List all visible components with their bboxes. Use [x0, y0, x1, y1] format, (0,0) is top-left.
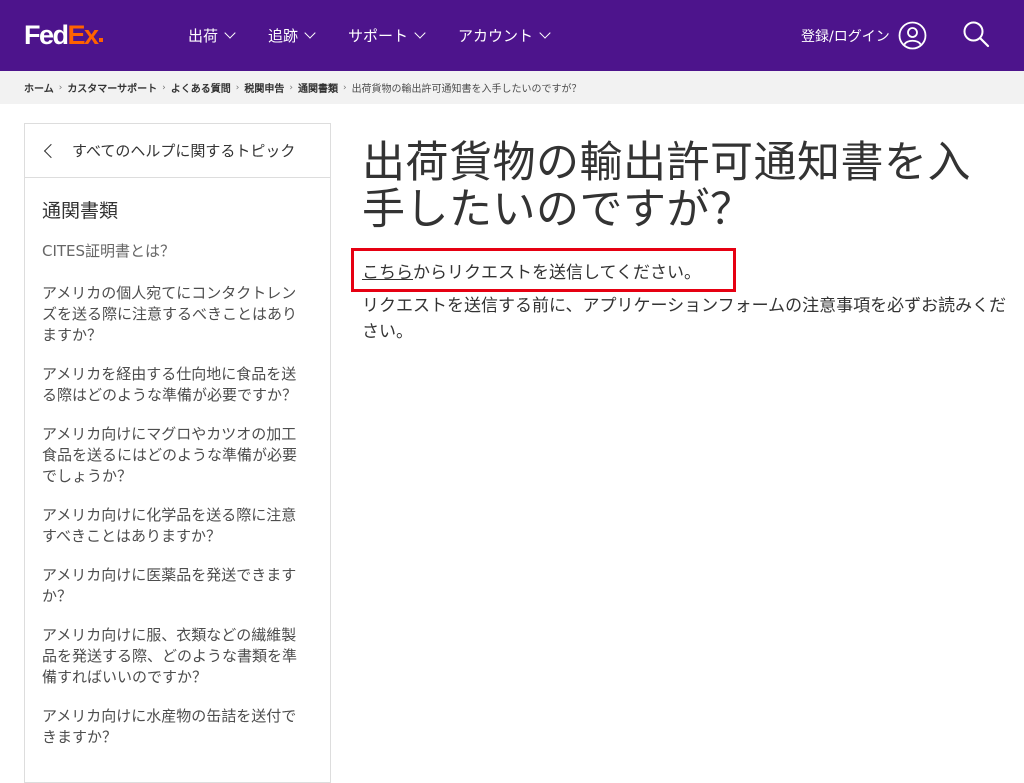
- breadcrumb-customs-documents[interactable]: 通関書類: [298, 80, 338, 95]
- breadcrumb-faq[interactable]: よくある質問: [171, 80, 231, 95]
- chevron-left-icon: [43, 143, 59, 158]
- breadcrumb-customer-support[interactable]: カスタマーサポート: [67, 80, 157, 95]
- chevron-down-icon: [304, 27, 316, 39]
- chevron-down-icon: [414, 27, 426, 39]
- sidebar-topic-item[interactable]: アメリカを経由する仕向地に食品を送る際はどのような準備が必要ですか？: [42, 364, 310, 406]
- nav-item-account[interactable]: アカウント: [458, 25, 551, 46]
- back-to-all-topics-link[interactable]: すべてのヘルプに関するトピック: [25, 124, 330, 178]
- request-instruction-text: からリクエストを送信してください。: [413, 263, 701, 283]
- user-circle-icon[interactable]: [898, 21, 927, 50]
- breadcrumb-separator-icon: ›: [58, 82, 63, 93]
- breadcrumb-home[interactable]: ホーム: [24, 80, 54, 95]
- request-note: リクエストを送信する前に、アプリケーションフォームの注意事項を必ずお読みください…: [362, 296, 1007, 342]
- sidebar-topic-item[interactable]: アメリカ向けにマグロやカツオの加工食品を送るにはどのような準備が必要でしょうか？: [42, 424, 310, 487]
- sidebar-topic-item[interactable]: CITES証明書とは？: [42, 241, 310, 262]
- nav-item-label: 出荷: [188, 27, 219, 45]
- request-form-link[interactable]: こちら: [362, 263, 413, 283]
- top-navigation-bar: FedEx 出荷 追跡 サポート アカウント 登録/ログイン: [0, 0, 1024, 71]
- nav-item-label: 追跡: [268, 27, 299, 45]
- nav-item-support[interactable]: サポート: [348, 25, 426, 46]
- nav-item-label: アカウント: [458, 27, 534, 45]
- breadcrumb-current-page: 出荷貨物の輸出許可通知書を入手したいのですが？: [351, 84, 582, 95]
- nav-item-label: サポート: [348, 27, 409, 45]
- logo-fed-text: Fed: [24, 20, 69, 50]
- breadcrumb-separator-icon: ›: [235, 82, 240, 93]
- breadcrumb: ホーム › カスタマーサポート › よくある質問 › 税関申告 › 通関書類 ›…: [0, 71, 1024, 104]
- sidebar-topic-item[interactable]: アメリカ向けに服、衣類などの繊維製品を発送する際、どのような書類を準備すればいい…: [42, 625, 310, 688]
- page-title: 出荷貨物の輸出許可通知書を入手したいのですが？: [362, 138, 971, 235]
- sidebar-topic-item[interactable]: アメリカの個人宛てにコンタクトレンズを送る際に注意するべきことはありますか？: [42, 283, 310, 346]
- search-icon[interactable]: [962, 20, 990, 48]
- fedex-logo[interactable]: FedEx: [24, 18, 103, 52]
- request-instruction: こちらからリクエストを送信してください。: [362, 258, 701, 283]
- chevron-down-icon: [539, 27, 551, 39]
- nav-item-tracking[interactable]: 追跡: [268, 25, 316, 46]
- breadcrumb-separator-icon: ›: [162, 82, 166, 93]
- chevron-down-icon: [224, 27, 236, 39]
- sidebar-topic-item[interactable]: アメリカ向けに医薬品を発送できますか？: [42, 565, 310, 607]
- sidebar-topic-list: CITES証明書とは？ アメリカの個人宛てにコンタクトレンズを送る際に注意するべ…: [42, 241, 310, 766]
- back-to-all-topics-label: すべてのヘルプに関するトピック: [72, 142, 296, 160]
- nav-item-shipping[interactable]: 出荷: [188, 25, 236, 46]
- logo-ex-text: Ex: [67, 20, 100, 50]
- sidebar-topic-item[interactable]: アメリカ向けに水産物の缶詰を送付できますか？: [42, 706, 310, 748]
- sidebar-section-title: 通関書類: [42, 200, 119, 222]
- sidebar-topic-item[interactable]: アメリカ向けに化学品を送る際に注意すべきことはありますか？: [42, 505, 310, 547]
- breadcrumb-separator-icon: ›: [289, 82, 293, 93]
- logo-dot: [98, 38, 103, 42]
- breadcrumb-customs-declaration[interactable]: 税関申告: [244, 80, 284, 95]
- login-link[interactable]: 登録/ログイン: [801, 0, 890, 71]
- help-topics-sidebar: すべてのヘルプに関するトピック 通関書類 CITES証明書とは？ アメリカの個人…: [24, 123, 331, 783]
- main-nav: 出荷 追跡 サポート アカウント: [188, 0, 583, 71]
- breadcrumb-separator-icon: ›: [342, 82, 347, 93]
